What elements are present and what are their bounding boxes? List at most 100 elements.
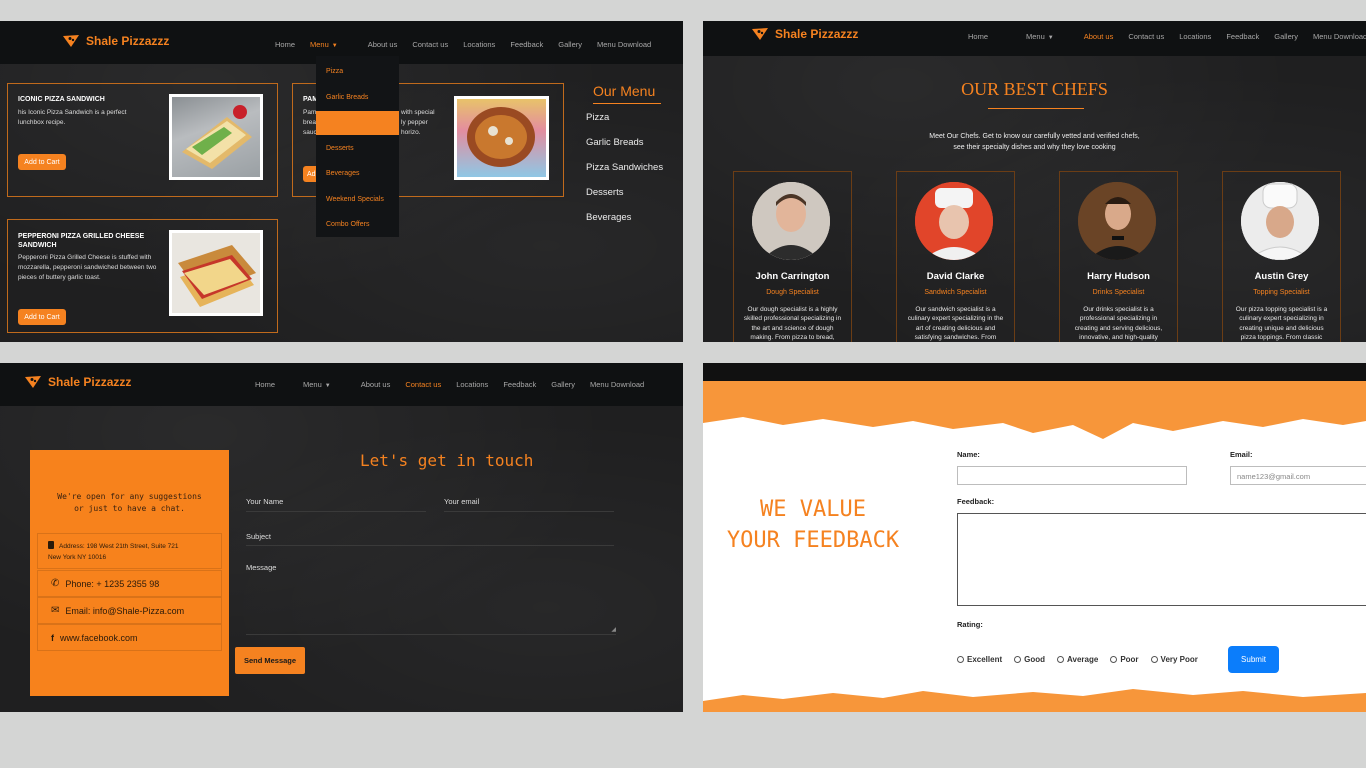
rating-very-poor[interactable]: Very Poor (1150, 655, 1198, 664)
product-card: ICONIC PIZZA SANDWICH his Iconic Pizza S… (7, 83, 278, 197)
nav-menu[interactable]: Menu ▼ (1026, 32, 1069, 41)
brand-logo[interactable]: Shale Pizzazzz (751, 27, 858, 41)
email-input[interactable]: name123@gmail.com (1230, 466, 1366, 485)
nav-gallery[interactable]: Gallery (1274, 32, 1298, 41)
chef-avatar (915, 182, 993, 260)
nav-feedback[interactable]: Feedback (503, 380, 536, 389)
feedback-label: Feedback: (957, 497, 995, 506)
chef-name: David Clarke (926, 271, 985, 282)
chef-description: Our drinks specialist is a professional … (1074, 306, 1163, 342)
nav-feedback[interactable]: Feedback (1226, 32, 1259, 41)
add-to-cart-button[interactable]: Add to Cart (18, 154, 66, 170)
nav-about[interactable]: About us (368, 40, 398, 49)
dropdown-item-pizza-sandwiches-highlight[interactable] (316, 111, 399, 135)
dropdown-item-weekend-specials[interactable]: Weekend Specials (326, 196, 384, 203)
email-placeholder: Your email (444, 497, 480, 506)
rating-option-label: Poor (1120, 655, 1139, 664)
sidebar-item-pizza[interactable]: Pizza (586, 112, 609, 123)
send-message-button[interactable]: Send Message (235, 647, 305, 674)
nav-gallery[interactable]: Gallery (551, 380, 575, 389)
address-line: New York NY 10016 (48, 553, 107, 561)
dropdown-item-beverages[interactable]: Beverages (326, 170, 359, 177)
nav-locations[interactable]: Locations (456, 380, 488, 389)
add-to-cart-button[interactable]: Add to Cart (18, 309, 66, 325)
chef-description: Our dough specialist is a highly skilled… (743, 306, 842, 342)
nav-download[interactable]: Menu Download (1313, 32, 1366, 41)
feedback-textarea[interactable] (957, 513, 1366, 606)
sidebar-item-garlic-breads[interactable]: Garlic Breads (586, 137, 644, 148)
product-description: Pepperoni Pizza Grilled Cheese is stuffe… (18, 254, 157, 282)
email-row: ✉ Email: info@Shale-Pizza.com (37, 597, 222, 624)
pizza-image (454, 96, 549, 180)
brand-logo[interactable]: Shale Pizzazzz (62, 34, 169, 48)
email-text[interactable]: Email: info@Shale-Pizza.com (65, 606, 184, 616)
facebook-link[interactable]: www.facebook.com (60, 633, 138, 643)
rating-poor[interactable]: Poor (1110, 655, 1139, 664)
sidebar-item-beverages[interactable]: Beverages (586, 212, 631, 223)
chef-avatar (752, 182, 830, 260)
nav-home[interactable]: Home (968, 32, 988, 41)
nav-contact[interactable]: Contact us (412, 40, 448, 49)
subject-input[interactable]: Subject (246, 532, 614, 546)
chef-card: John Carrington Dough Specialist Our dou… (733, 171, 852, 342)
feedback-page-panel: WE VALUE YOUR FEEDBACK Name: Email: name… (703, 363, 1366, 712)
pizza-slice-icon (752, 28, 768, 40)
message-placeholder: Message (246, 563, 277, 572)
feedback-heading: WE VALUE YOUR FEEDBACK (703, 495, 923, 557)
rating-good[interactable]: Good (1014, 655, 1045, 664)
envelope-icon: ✉ (51, 605, 60, 616)
sidebar-item-desserts[interactable]: Desserts (586, 187, 623, 198)
building-icon (48, 541, 54, 549)
nav-home[interactable]: Home (275, 40, 295, 49)
heading-line: WE VALUE (760, 497, 866, 522)
nav-download[interactable]: Menu Download (597, 40, 651, 49)
nav-strip (703, 363, 1366, 381)
nav-home[interactable]: Home (255, 380, 275, 389)
dropdown-item-pizza[interactable]: Pizza (326, 68, 343, 75)
nav-contact[interactable]: Contact us (405, 380, 441, 389)
dropdown-item-garlic-breads[interactable]: Garlic Breads (326, 94, 368, 101)
phone-text[interactable]: Phone: + 1235 2355 98 (65, 579, 159, 589)
chef-role: Sandwich Specialist (924, 289, 987, 296)
name-input[interactable] (957, 466, 1187, 485)
menu-sidebar: Our Menu Pizza Garlic Breads Pizza Sandw… (586, 83, 676, 233)
dropdown-item-combo-offers[interactable]: Combo Offers (326, 221, 369, 228)
nav-about[interactable]: About us (361, 380, 391, 389)
nav-menu[interactable]: Menu ▼ (303, 380, 346, 389)
nav-feedback[interactable]: Feedback (510, 40, 543, 49)
nav-contact[interactable]: Contact us (1128, 32, 1164, 41)
nav-menu-label: Menu (1026, 32, 1045, 41)
nav-download[interactable]: Menu Download (590, 380, 644, 389)
chef-role: Drinks Specialist (1092, 289, 1145, 296)
nav-locations[interactable]: Locations (463, 40, 495, 49)
about-page-panel: Shale Pizzazzz Home Menu ▼ About us Conta… (703, 21, 1366, 342)
rating-label: Rating: (957, 620, 983, 629)
nav-about[interactable]: About us (1084, 32, 1114, 41)
nav-locations[interactable]: Locations (1179, 32, 1211, 41)
rating-option-label: Good (1024, 655, 1046, 664)
submit-button[interactable]: Submit (1228, 646, 1279, 673)
nav-menu[interactable]: Menu ▼ (310, 40, 353, 49)
chef-card: David Clarke Sandwich Specialist Our san… (896, 171, 1015, 342)
address-row: Address: 198 West 21th Street, Suite 721… (37, 533, 222, 569)
nav-links: Home Menu ▼ About us Contact us Locations… (968, 32, 1366, 41)
name-input[interactable]: Your Name (246, 497, 426, 512)
chef-name: John Carrington (755, 271, 830, 282)
nav-gallery[interactable]: Gallery (558, 40, 582, 49)
email-input[interactable]: Your email (444, 497, 614, 512)
sidebar-item-pizza-sandwiches[interactable]: Pizza Sandwiches (586, 162, 663, 173)
rating-average[interactable]: Average (1057, 655, 1098, 664)
subject-placeholder: Subject (246, 532, 272, 541)
nav-links: Home Menu ▼ About us Contact us Locations… (255, 380, 659, 389)
rating-excellent[interactable]: Excellent (957, 655, 1002, 664)
dropdown-item-desserts[interactable]: Desserts (326, 145, 354, 152)
email-placeholder: name123@gmail.com (1237, 472, 1311, 481)
product-title: ICONIC PIZZA SANDWICH (18, 96, 105, 103)
intro-line: see their specialty dishes and why they … (953, 144, 1116, 152)
brand-logo[interactable]: Shale Pizzazzz (24, 375, 131, 389)
chef-description: Our sandwich specialist is a culinary ex… (907, 306, 1004, 342)
product-description-cont: with special ly pepper horizo. (401, 109, 435, 137)
message-textarea[interactable]: Message ◢ (246, 563, 616, 635)
resize-handle-icon[interactable]: ◢ (611, 626, 616, 633)
chef-avatar (1241, 182, 1319, 260)
